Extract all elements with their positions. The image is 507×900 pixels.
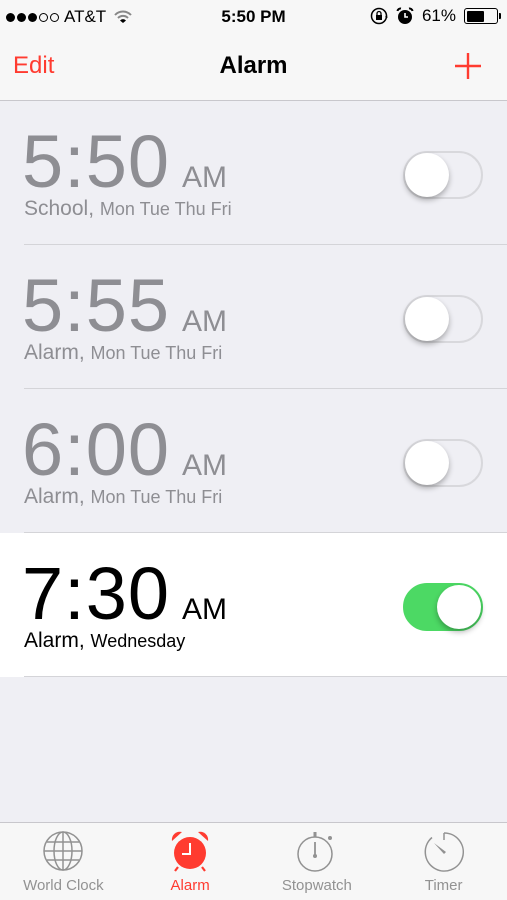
- tab-label: Alarm: [170, 877, 210, 894]
- alarm-toggle[interactable]: [403, 295, 483, 343]
- alarm-toggle[interactable]: [403, 439, 483, 487]
- toggle-knob: [405, 297, 449, 341]
- alarm-time: 7:30 AM: [22, 551, 227, 636]
- alarm-icon: [396, 7, 414, 24]
- alarm-time-digits: 5:50: [22, 120, 171, 203]
- status-right: 61%: [370, 6, 501, 26]
- alarm-repeat-days: Mon Tue Thu Fri: [99, 199, 232, 219]
- alarm-repeat-days: Wednesday: [90, 631, 186, 651]
- plus-icon: [455, 53, 481, 79]
- alarm-toggle[interactable]: [403, 583, 483, 631]
- rotation-lock-icon: [370, 7, 388, 25]
- battery-percent: 61%: [421, 6, 456, 25]
- alarm-description: Alarm, Wednesday: [24, 629, 185, 653]
- alarm-row[interactable]: 7:30 AM Alarm, Wednesday: [0, 533, 507, 677]
- alarm-description: School, Mon Tue Thu Fri: [24, 197, 232, 221]
- tab-timer[interactable]: Timer: [380, 823, 507, 900]
- alarm-label: Alarm,: [24, 485, 85, 508]
- alarm-ampm: AM: [182, 305, 228, 338]
- alarm-time-digits: 5:55: [22, 264, 171, 347]
- status-bar: AT&T 5:50 PM 61%: [0, 0, 507, 34]
- timer-icon: [424, 832, 464, 872]
- toggle-knob: [405, 441, 449, 485]
- battery-tip: [499, 13, 501, 19]
- alarm-list: 5:50 AM School, Mon Tue Thu Fri 5:55 AM …: [0, 101, 507, 677]
- globe-icon: [43, 831, 84, 871]
- tab-label: Stopwatch: [281, 877, 352, 894]
- alarm-repeat-days: Mon Tue Thu Fri: [90, 487, 223, 507]
- alarm-ampm: AM: [182, 161, 228, 194]
- tab-label: World Clock: [23, 877, 104, 894]
- alarm-ampm: AM: [182, 593, 228, 626]
- alarm-ampm: AM: [182, 449, 228, 482]
- add-alarm-button[interactable]: [453, 51, 483, 81]
- navigation-bar: Edit Alarm: [0, 34, 507, 101]
- tab-label: Timer: [424, 877, 463, 894]
- tab-bar: World Clock Alarm Stopwatch Timer: [0, 822, 507, 900]
- alarm-label: Alarm,: [24, 341, 85, 364]
- alarm-description: Alarm, Mon Tue Thu Fri: [24, 341, 222, 365]
- alarm-time: 6:00 AM: [22, 407, 227, 492]
- alarm-time: 5:55 AM: [22, 263, 227, 348]
- tab-stopwatch[interactable]: Stopwatch: [254, 823, 381, 900]
- alarm-time-digits: 6:00: [22, 408, 171, 491]
- alarm-description: Alarm, Mon Tue Thu Fri: [24, 485, 222, 509]
- alarm-row[interactable]: 6:00 AM Alarm, Mon Tue Thu Fri: [0, 389, 507, 533]
- alarm-row[interactable]: 5:55 AM Alarm, Mon Tue Thu Fri: [0, 245, 507, 389]
- alarm-label: School,: [24, 197, 95, 220]
- page-title: Alarm: [219, 52, 288, 79]
- alarm-label: Alarm,: [24, 629, 85, 652]
- alarm-repeat-days: Mon Tue Thu Fri: [90, 343, 223, 363]
- battery-body: [464, 8, 498, 24]
- alarm-toggle[interactable]: [403, 151, 483, 199]
- tab-world-clock[interactable]: World Clock: [0, 823, 127, 900]
- alarm-clock-icon: [172, 831, 209, 872]
- stopwatch-icon: [297, 832, 333, 872]
- toggle-knob: [405, 153, 449, 197]
- tab-alarm[interactable]: Alarm: [127, 823, 254, 900]
- battery-fill: [466, 10, 485, 22]
- battery-icon: [464, 8, 501, 24]
- alarm-time: 5:50 AM: [22, 119, 227, 204]
- alarm-time-digits: 7:30: [22, 552, 171, 635]
- toggle-knob: [437, 585, 481, 629]
- alarm-row[interactable]: 5:50 AM School, Mon Tue Thu Fri: [0, 101, 507, 245]
